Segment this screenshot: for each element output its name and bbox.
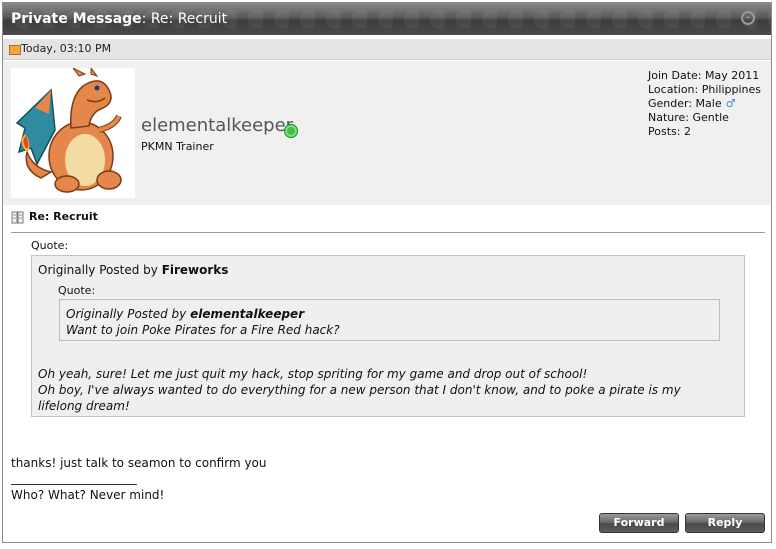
collapse-icon[interactable]: – — [741, 11, 755, 25]
post-title: Re: Recruit — [11, 210, 98, 224]
message-body: thanks! just talk to seamon to confirm y… — [11, 456, 267, 470]
forward-button[interactable]: Forward — [599, 513, 679, 533]
inner-quote-author[interactable]: elementalkeeper — [190, 307, 304, 321]
inner-quote-attribution: Originally Posted by elementalkeeper — [66, 307, 305, 321]
user-title: PKMN Trainer — [141, 140, 214, 153]
message-icon — [9, 45, 21, 55]
quote-label: Quote: — [31, 239, 69, 252]
online-status-icon — [284, 124, 298, 138]
nested-quote-label: Quote: — [58, 284, 96, 297]
quote-reply-text: Oh yeah, sure! Let me just quit my hack,… — [38, 367, 681, 413]
outer-quote: Originally Posted by Fireworks Quote: Or… — [31, 255, 745, 417]
private-message-panel: Private Message: Re: Recruit – Today, 03… — [2, 2, 772, 543]
user-stats: Join Date: May 2011 Location: Philippine… — [648, 69, 761, 139]
nature: Nature: Gentle — [648, 111, 729, 124]
signature-divider — [11, 484, 137, 485]
signature: Who? What? Never mind! — [11, 488, 165, 502]
avatar[interactable] — [11, 66, 135, 198]
document-icon — [11, 211, 24, 223]
gender-row: Gender: Male ♂ — [648, 97, 761, 111]
divider — [11, 232, 765, 233]
join-date: Join Date: May 2011 — [648, 69, 760, 82]
gender: Gender: Male — [648, 97, 722, 110]
post-count: Posts: 2 — [648, 125, 691, 138]
reply-button[interactable]: Reply — [685, 513, 765, 533]
post-date: Today, 03:10 PM — [21, 42, 112, 55]
user-info-panel: elementalkeeper PKMN Trainer Join Date: … — [3, 61, 771, 205]
location: Location: Philippines — [648, 83, 761, 96]
quote-author[interactable]: Fireworks — [162, 263, 229, 277]
male-icon: ♂ — [725, 97, 736, 110]
title-bar: Private Message: Re: Recruit – — [3, 3, 771, 35]
inner-quote: Originally Posted by elementalkeeper Wan… — [59, 299, 720, 341]
username[interactable]: elementalkeeper — [141, 115, 293, 136]
page-title: Private Message: Re: Recruit — [11, 11, 228, 27]
inner-quote-text: Want to join Poke Pirates for a Fire Red… — [66, 323, 340, 337]
quote-attribution: Originally Posted by Fireworks — [38, 263, 229, 277]
post-date-bar: Today, 03:10 PM — [3, 39, 771, 60]
